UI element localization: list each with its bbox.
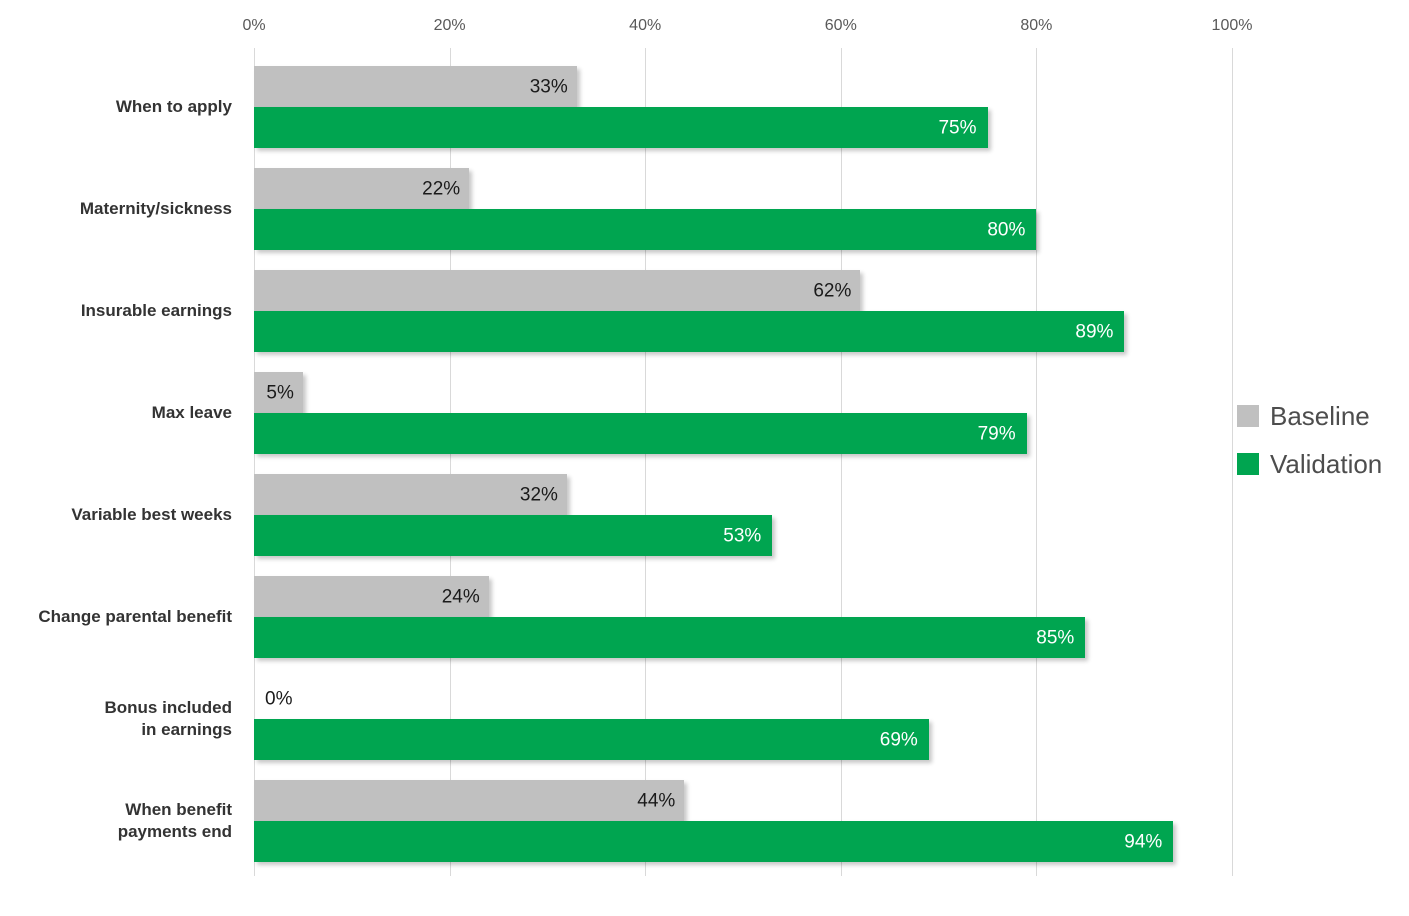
category-label: Variable best weeks <box>0 504 232 526</box>
gridline <box>1232 48 1233 876</box>
bar-row-validation: 85% <box>254 617 1232 658</box>
bar-value-label: 5% <box>266 382 294 403</box>
bar-row-validation: 94% <box>254 821 1232 862</box>
bar-value-label: 62% <box>813 280 852 301</box>
bar-row-validation: 53% <box>254 515 1232 556</box>
category-label: Max leave <box>0 402 232 424</box>
bar-baseline[interactable]: 24% <box>254 576 489 617</box>
x-axis-tick-label: 60% <box>824 17 857 34</box>
bar-value-label: 0% <box>265 688 293 709</box>
bar-row-baseline: 5% <box>254 372 1232 413</box>
bar-baseline[interactable]: 32% <box>254 474 567 515</box>
legend-item[interactable]: Baseline <box>1237 392 1409 440</box>
category-label-line: When to apply <box>115 97 232 116</box>
legend-label: Validation <box>1270 449 1383 479</box>
bar-value-label: 75% <box>938 117 977 138</box>
bar-value-label: 32% <box>519 484 558 505</box>
bar-value-label: 85% <box>1036 627 1075 648</box>
plot-area: 33% 75% 22% 80% 62% 89% 5% 79% 32% 53% 24% 85% 0% 69%… <box>254 48 1233 876</box>
x-axis-tick-label: 40% <box>629 17 662 34</box>
category-label: Change parental benefit <box>0 606 232 628</box>
bar-baseline[interactable]: 5% <box>254 372 303 413</box>
bar-row-validation: 89% <box>254 311 1232 352</box>
legend-label: Baseline <box>1270 401 1370 431</box>
category-label-line: Maternity/sickness <box>79 199 232 218</box>
category-group: 33% 75% <box>254 66 1232 148</box>
category-label-line: When benefit <box>125 800 232 819</box>
legend-item[interactable]: Validation <box>1237 440 1409 488</box>
category-group: 62% 89% <box>254 270 1232 352</box>
bar-baseline[interactable]: 44% <box>254 780 685 821</box>
bar-value-label: 33% <box>529 76 568 97</box>
category-label-line: Max leave <box>151 403 232 422</box>
category-group: 5% 79% <box>254 372 1232 454</box>
bar-row-validation: 80% <box>254 209 1232 250</box>
category-group: 32% 53% <box>254 474 1232 556</box>
legend-swatch-icon <box>1237 453 1259 475</box>
bar-row-validation: 79% <box>254 413 1232 454</box>
category-label-line: in earnings <box>141 720 232 739</box>
bar-validation[interactable]: 80% <box>254 209 1037 250</box>
bar-baseline[interactable]: 22% <box>254 168 470 209</box>
category-group: 22% 80% <box>254 168 1232 250</box>
bar-row-baseline: 24% <box>254 576 1232 617</box>
category-label: Bonus included in earnings <box>0 697 233 741</box>
grouped-bar-chart: 0% 20% 40% 60% 80% 100% 33% 75% 22% 80% 62% 89% 5% 7… <box>0 0 1409 916</box>
bar-baseline[interactable]: 33% <box>254 66 577 107</box>
category-label: When benefit payments end <box>0 799 232 843</box>
bar-validation[interactable]: 94% <box>254 821 1174 862</box>
bar-row-baseline: 32% <box>254 474 1232 515</box>
bar-value-label: 89% <box>1075 321 1114 342</box>
category-label-line: payments end <box>117 822 232 841</box>
x-axis-tick-labels: 0% 20% 40% 60% 80% 100% <box>0 0 1409 48</box>
bar-value-label: 79% <box>977 423 1016 444</box>
y-axis-category-labels: When to apply Maternity/sickness Insurable… <box>0 48 240 876</box>
category-label-line: Change parental benefit <box>38 607 232 626</box>
bar-row-validation: 75% <box>254 107 1232 148</box>
bar-validation[interactable]: 69% <box>254 719 929 760</box>
category-group: 44% 94% <box>254 780 1232 862</box>
x-axis-tick-label: 20% <box>433 17 466 34</box>
bar-value-label: 53% <box>723 525 762 546</box>
bar-validation[interactable]: 53% <box>254 515 773 556</box>
chart-legend: Baseline Validation <box>1237 392 1409 488</box>
category-group: 24% 85% <box>254 576 1232 658</box>
legend-swatch-icon <box>1237 405 1259 427</box>
bar-validation[interactable]: 79% <box>254 413 1027 454</box>
bar-value-label: 24% <box>441 586 480 607</box>
category-label: When to apply <box>0 96 232 118</box>
x-axis-tick-label: 100% <box>1211 17 1253 34</box>
category-group: 0% 69% <box>254 678 1232 760</box>
bar-validation[interactable]: 75% <box>254 107 988 148</box>
bar-row-baseline: 44% <box>254 780 1232 821</box>
bar-row-baseline: 22% <box>254 168 1232 209</box>
bar-row-baseline: 33% <box>254 66 1232 107</box>
bar-value-label: 69% <box>879 729 918 750</box>
bar-value-label: 22% <box>422 178 461 199</box>
bar-value-label: 44% <box>637 790 676 811</box>
category-label-line: Variable best weeks <box>71 505 232 524</box>
x-axis-tick-label: 0% <box>242 17 266 34</box>
bar-value-label: 94% <box>1124 831 1163 852</box>
bar-row-validation: 69% <box>254 719 1232 760</box>
category-label: Insurable earnings <box>0 300 232 322</box>
bar-validation[interactable]: 85% <box>254 617 1086 658</box>
category-label: Maternity/sickness <box>0 198 232 220</box>
bar-value-label: 80% <box>987 219 1026 240</box>
bar-row-baseline: 0% <box>254 678 1232 719</box>
bar-validation[interactable]: 89% <box>254 311 1125 352</box>
x-axis-tick-label: 80% <box>1020 17 1053 34</box>
category-label-line: Bonus included <box>104 698 233 717</box>
bar-baseline[interactable]: 62% <box>254 270 861 311</box>
category-label-line: Insurable earnings <box>80 301 232 320</box>
bar-row-baseline: 62% <box>254 270 1232 311</box>
